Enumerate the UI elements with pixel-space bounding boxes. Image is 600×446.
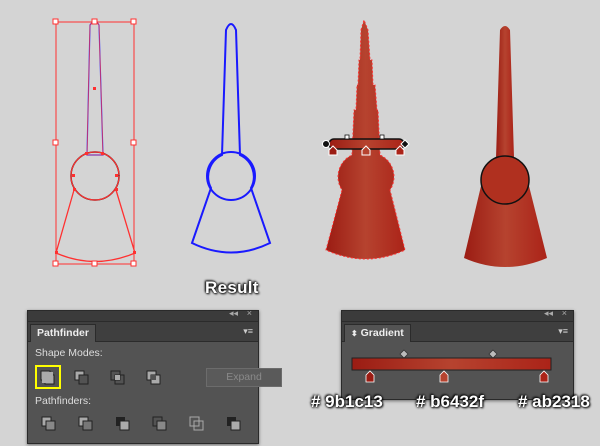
gradient-slider[interactable] <box>342 341 573 386</box>
expand-button[interactable]: Expand <box>206 368 282 387</box>
shape-final <box>464 26 547 267</box>
merge-icon[interactable] <box>113 414 133 434</box>
stop-color-label: # b6432f <box>416 392 485 411</box>
collapse-icon[interactable]: ◂◂ <box>229 308 238 319</box>
stop-color-label: # ab2318 <box>518 392 590 411</box>
collapse-icon[interactable]: ◂◂ <box>544 308 553 319</box>
gradient-panel: ◂◂ × ⬍ Gradient ▾≡ <box>341 308 574 400</box>
divide-icon[interactable] <box>39 414 59 434</box>
midpoint-diamond-icon[interactable] <box>488 349 498 359</box>
midpoint-diamond-icon[interactable] <box>399 349 409 359</box>
color-stop-icon[interactable] <box>365 370 375 383</box>
gradient-ramp[interactable] <box>351 357 552 371</box>
panel-menu-icon[interactable]: ▾≡ <box>558 326 568 337</box>
exclude-icon[interactable] <box>144 368 164 388</box>
gradient-tab-label: Gradient <box>360 327 404 339</box>
gradient-tabbar: ⬍ Gradient ▾≡ <box>342 322 573 342</box>
close-icon[interactable]: × <box>562 308 567 318</box>
panel-titlebar[interactable]: ◂◂ × <box>28 308 258 322</box>
trim-icon[interactable] <box>76 414 96 434</box>
shape-modes-label: Shape Modes: <box>35 347 103 359</box>
crop-icon[interactable] <box>150 414 170 434</box>
minus-back-icon[interactable] <box>224 414 244 434</box>
color-stop-icon[interactable] <box>539 370 549 383</box>
updown-icon: ⬍ <box>351 329 358 338</box>
shape-selected-figure[interactable] <box>52 18 137 267</box>
close-icon[interactable]: × <box>247 308 252 318</box>
shape-result-outline <box>190 23 272 254</box>
panel-titlebar[interactable]: ◂◂ × <box>342 308 573 322</box>
pathfinder-panel: ◂◂ × Pathfinder ▾≡ Shape Modes: Expand P… <box>27 308 282 444</box>
stop-color-label: # 9b1c13 <box>311 392 383 411</box>
intersect-icon[interactable] <box>108 368 128 388</box>
tab-pathfinder[interactable]: Pathfinder <box>30 324 96 342</box>
pathfinder-tabbar: Pathfinder ▾≡ <box>28 322 258 342</box>
panel-menu-icon[interactable]: ▾≡ <box>243 326 253 337</box>
outline-icon[interactable] <box>187 414 207 434</box>
unite-icon[interactable] <box>35 365 61 389</box>
color-stop-icon[interactable] <box>439 370 449 383</box>
tab-gradient[interactable]: ⬍ Gradient <box>344 324 411 342</box>
result-label: Result <box>205 278 259 297</box>
minus-front-icon[interactable] <box>72 368 92 388</box>
pathfinders-label: Pathfinders: <box>35 395 92 407</box>
shape-gradient-editing[interactable] <box>322 18 410 260</box>
